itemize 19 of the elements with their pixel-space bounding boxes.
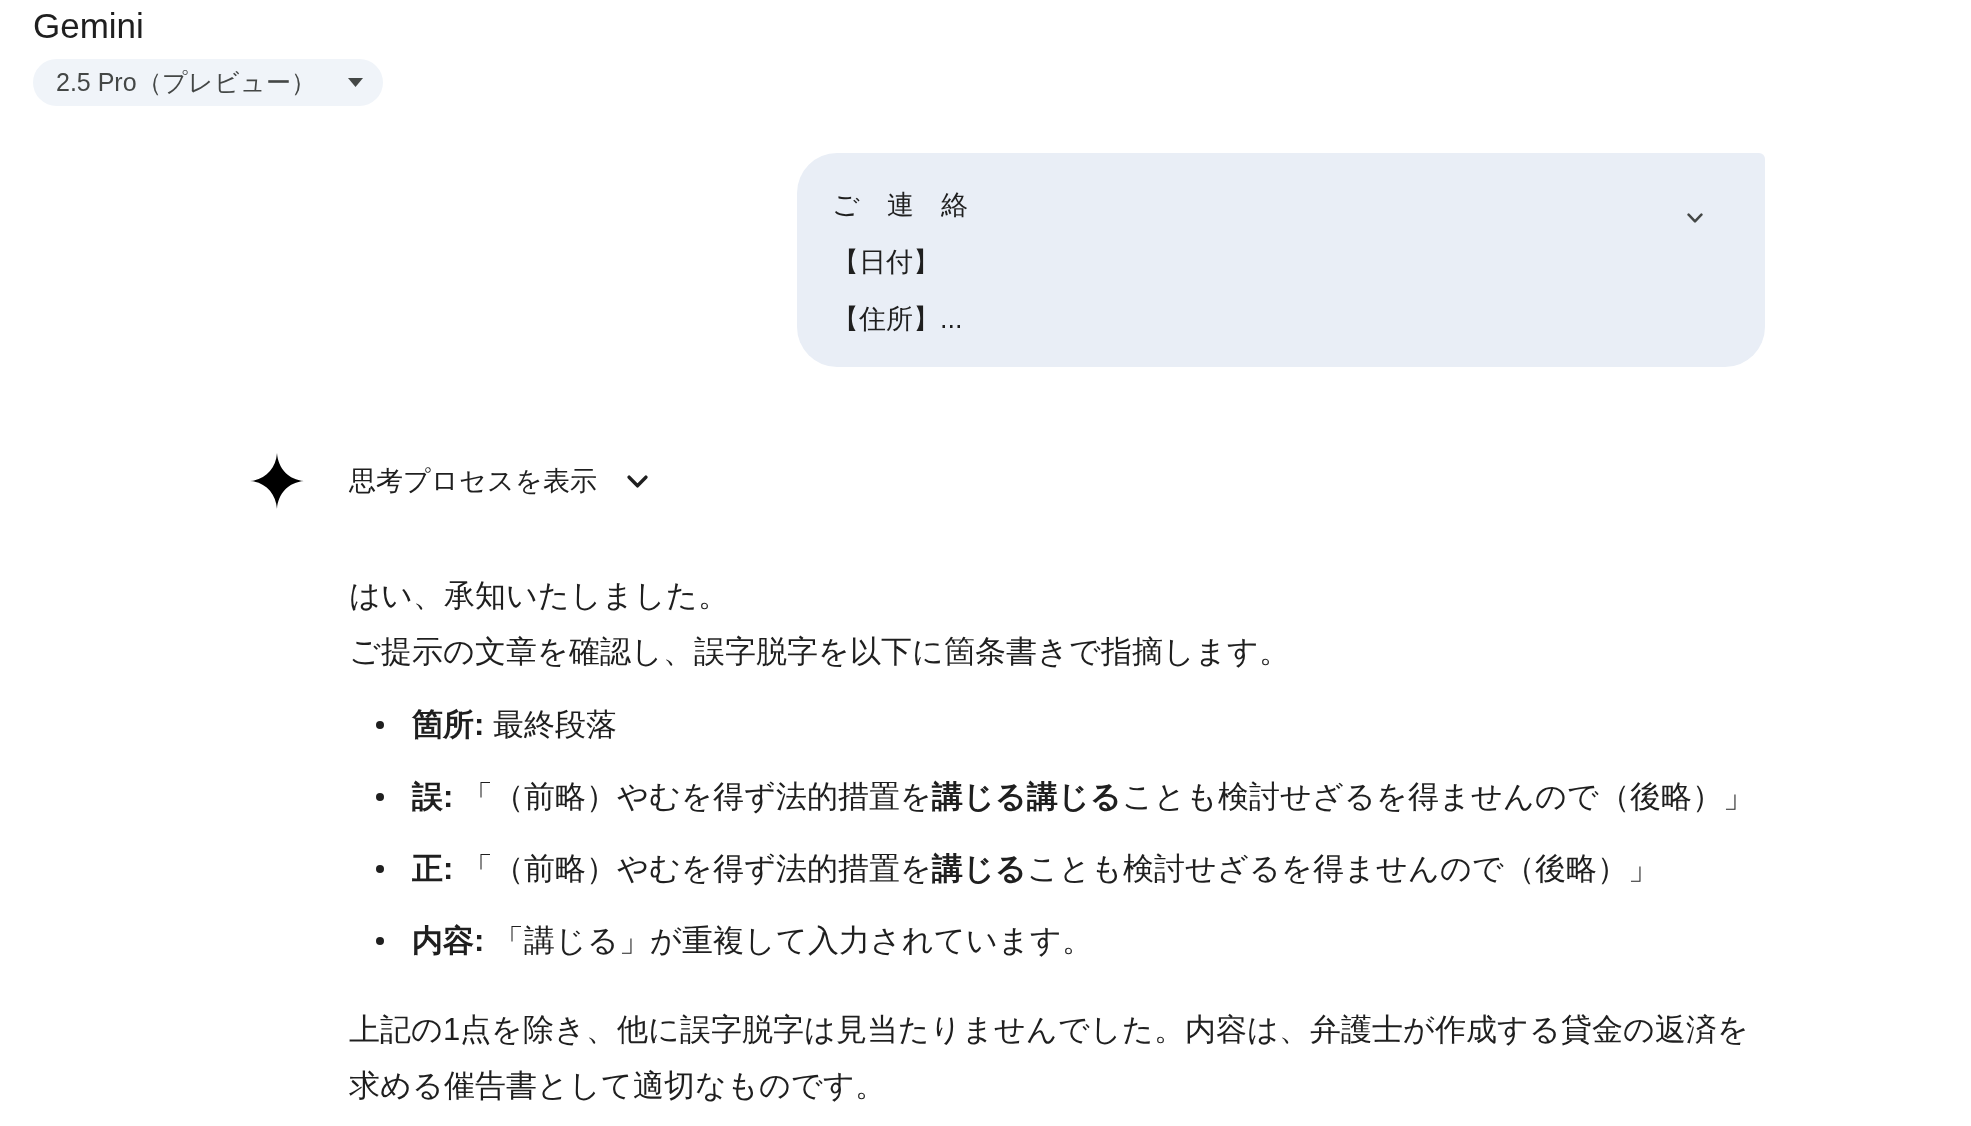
message-line: 【日付】 [832,246,940,279]
response-paragraph: 上記の1点を除き、他に誤字脱字は見当たりませんでした。内容は、弁護士が作成する貸金の返済を求める催告書として適切なものです。 [349,1011,1751,1105]
list-item-text: 正: 「（前略）やむを得ず法的措置を講じることも検討せざるを得ませんので（後略）」 [412,850,1659,888]
list-item-text: 箇所: 最終段落 [412,706,617,744]
message-line: ご 連 絡 [832,189,968,222]
list-item-text: 誤: 「（前略）やむを得ず法的措置を講じる講じることも検討せざるを得ませんので（後略）」 [412,778,1754,816]
app-title: Gemini [33,5,144,47]
bullet-icon [376,865,384,873]
show-thinking-toggle[interactable]: 思考プロセスを表示 [349,453,648,509]
caret-down-icon [347,78,363,87]
message-line: 【住所】... [832,303,963,336]
response-text: ご提示の文章を確認し、誤字脱字を以下に箇条書きで指摘します。 [349,633,1290,671]
list-item-text: 内容: 「講じる」が重複して入力されています。 [412,922,1093,960]
response-text: はい、承知いたしました。 [349,577,729,615]
model-selector[interactable]: 2.5 Pro（プレビュー） [33,59,383,106]
bullet-icon [376,793,384,801]
bullet-icon [376,937,384,945]
bullet-icon [376,721,384,729]
chevron-icon[interactable] [1687,213,1703,223]
